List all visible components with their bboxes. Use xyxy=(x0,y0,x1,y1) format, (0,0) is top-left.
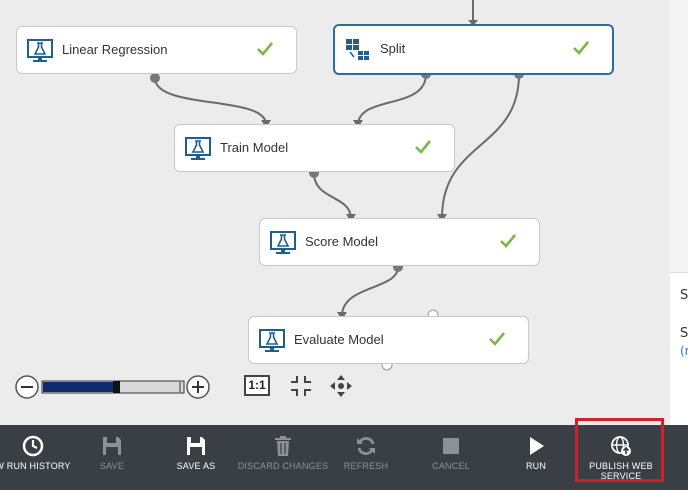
save-as-icon xyxy=(187,437,205,455)
module-train-model[interactable]: Train Model xyxy=(174,124,455,172)
refresh-icon xyxy=(357,437,375,455)
discard-changes-button[interactable]: DISCARD CHANGES xyxy=(236,425,330,490)
wire-train-score xyxy=(313,172,352,219)
save-icon xyxy=(103,437,121,455)
refresh-button[interactable]: REFRESH xyxy=(340,425,392,490)
wire-split-train xyxy=(357,73,427,125)
save-label: SAVE xyxy=(99,461,125,471)
clock-icon xyxy=(22,435,44,457)
flask-monitor-icon xyxy=(185,137,211,160)
port-linear-out xyxy=(150,73,160,83)
check-icon xyxy=(500,234,517,248)
run-history-label: W RUN HISTORY xyxy=(0,461,71,471)
cancel-label: CANCEL xyxy=(432,461,470,471)
quick-help-text: S xyxy=(680,326,688,341)
highlight-box xyxy=(575,418,664,482)
module-label: Split xyxy=(380,41,406,56)
flask-monitor-icon xyxy=(259,329,285,352)
stop-icon xyxy=(443,438,459,454)
module-label: Score Model xyxy=(305,234,378,249)
refresh-label: REFRESH xyxy=(343,461,389,471)
properties-pane: S S (r xyxy=(670,0,688,426)
discard-changes-label: DISCARD CHANGES xyxy=(237,461,329,471)
pan-icon[interactable] xyxy=(329,374,353,398)
run-history-button[interactable]: W RUN HISTORY xyxy=(0,425,72,490)
quick-help-pane: S S (r xyxy=(670,272,688,426)
trash-icon xyxy=(275,436,291,456)
save-button[interactable]: SAVE xyxy=(88,425,136,490)
zoom-actual-size-label: 1:1 xyxy=(248,378,266,392)
run-label: RUN xyxy=(525,461,547,471)
save-as-button[interactable]: SAVE AS xyxy=(170,425,222,490)
experiment-canvas[interactable]: Linear Regression Split Train Model Scor… xyxy=(0,0,670,425)
module-evaluate-model[interactable]: Evaluate Model xyxy=(248,316,529,364)
fit-to-screen-icon[interactable] xyxy=(289,374,313,398)
cancel-button[interactable]: CANCEL xyxy=(426,425,476,490)
module-label: Linear Regression xyxy=(62,42,168,57)
check-icon xyxy=(257,42,274,56)
module-score-model[interactable]: Score Model xyxy=(259,218,540,266)
save-as-label: SAVE AS xyxy=(176,461,216,471)
quick-help-title: S xyxy=(680,288,688,303)
properties-pane-top xyxy=(670,0,688,272)
module-split[interactable]: Split xyxy=(333,24,614,75)
zoom-slider[interactable] xyxy=(14,374,214,400)
module-label: Train Model xyxy=(220,140,289,155)
wire-score-evaluate xyxy=(341,266,399,317)
check-icon xyxy=(489,332,506,346)
run-button[interactable]: RUN xyxy=(516,425,556,490)
check-icon xyxy=(415,140,432,154)
zoom-actual-size-button[interactable]: 1:1 xyxy=(244,375,270,396)
module-label: Evaluate Model xyxy=(294,332,384,347)
play-icon xyxy=(530,437,544,455)
zoom-slider-thumb[interactable] xyxy=(113,381,120,393)
module-linear-regression[interactable]: Linear Regression xyxy=(16,26,297,74)
quick-help-link[interactable]: (r xyxy=(680,344,688,358)
check-icon xyxy=(573,41,590,55)
flask-monitor-icon xyxy=(27,39,53,62)
wire-linear-train xyxy=(154,77,267,125)
flask-monitor-icon xyxy=(270,231,296,254)
split-data-icon xyxy=(346,39,369,60)
